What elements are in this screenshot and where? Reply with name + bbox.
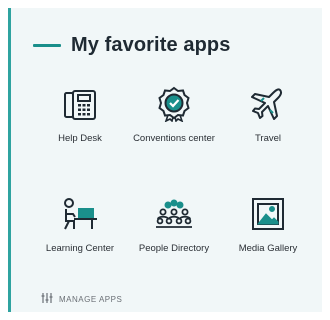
app-label: Conventions center	[133, 133, 215, 144]
people-icon	[154, 194, 194, 234]
app-tile-help-desk[interactable]: Help Desk	[33, 84, 127, 180]
app-label: Learning Center	[45, 243, 115, 254]
panel-header: My favorite apps	[33, 34, 230, 57]
panel-title: My favorite apps	[71, 34, 231, 56]
app-tile-conventions-center[interactable]: Conventions center	[127, 84, 221, 180]
app-tile-travel[interactable]: Travel	[221, 84, 315, 180]
image-icon	[251, 194, 285, 234]
learning-icon	[61, 194, 99, 234]
airplane-icon	[250, 84, 286, 124]
title-accent-line	[33, 44, 61, 47]
app-label: Help Desk	[58, 133, 102, 144]
app-tile-media-gallery[interactable]: Media Gallery	[221, 194, 315, 290]
favorite-apps-panel: My favorite apps Help Desk Conventions c…	[8, 8, 322, 312]
app-label: Media Gallery	[238, 243, 298, 254]
app-label: Travel	[254, 133, 282, 144]
manage-apps-button[interactable]: MANAGE APPS	[41, 290, 122, 308]
apps-grid: Help Desk Conventions center Travel Lear…	[33, 84, 315, 290]
app-label: People Directory	[138, 243, 210, 254]
badge-icon	[157, 84, 191, 124]
app-tile-people-directory[interactable]: People Directory	[127, 194, 221, 290]
app-tile-learning-center[interactable]: Learning Center	[33, 194, 127, 290]
phone-icon	[63, 84, 97, 124]
sliders-icon	[41, 290, 53, 308]
manage-apps-label: MANAGE APPS	[59, 294, 123, 304]
